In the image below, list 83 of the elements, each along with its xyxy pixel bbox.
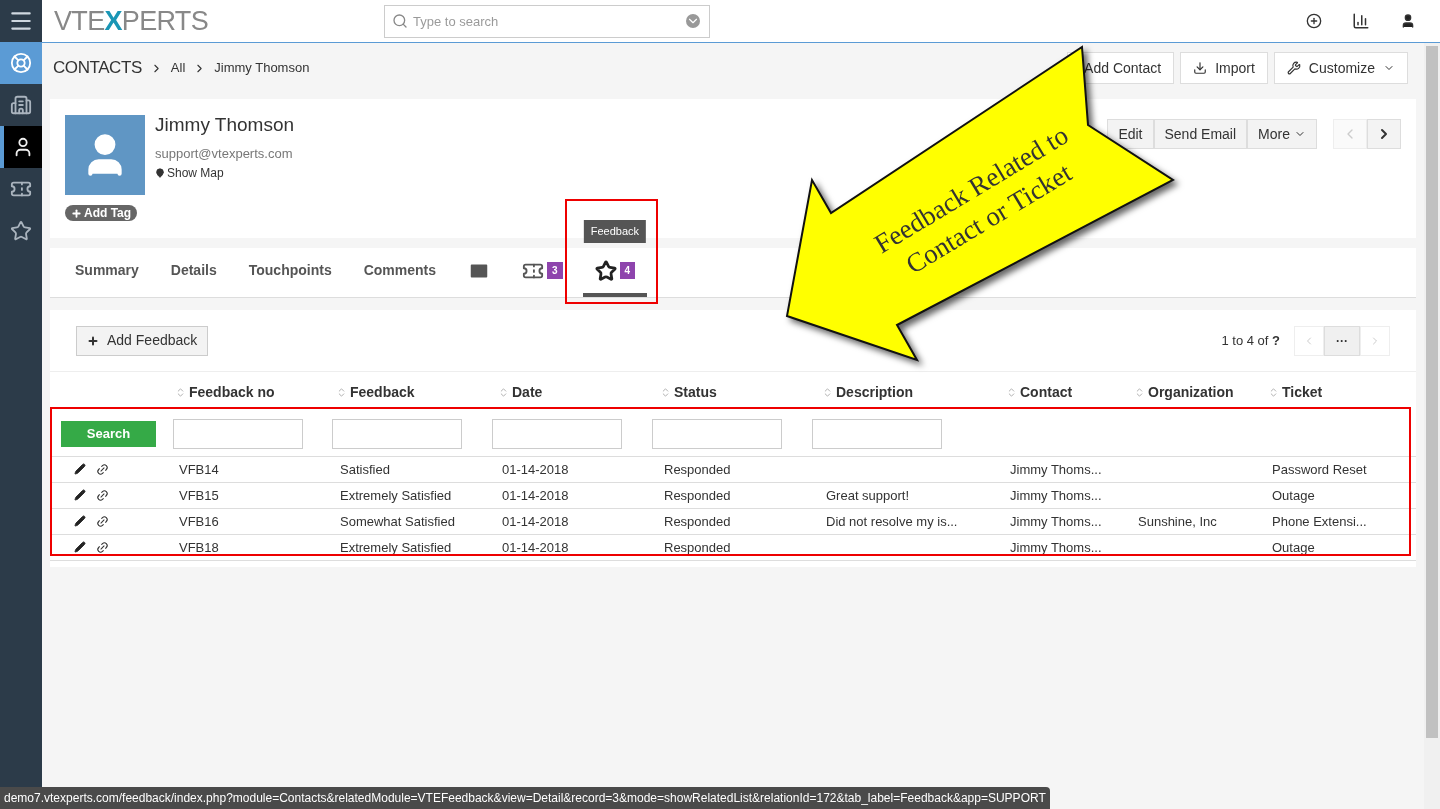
table-cell: 01-14-2018 xyxy=(502,461,569,477)
edit-icon[interactable] xyxy=(74,463,86,475)
status-bar: demo7.vtexperts.com/feedback/index.php?module=Contacts&relatedModule=VTEFeedback&view=Detail&record=3&mode=showRelatedList&relationId=172&tab_label=Feedback&app=SUPPORT xyxy=(0,787,1050,809)
pagination-text: 1 to 4 of ? xyxy=(1221,331,1280,350)
table-cell: 01-14-2018 xyxy=(502,539,569,555)
filter-field[interactable] xyxy=(812,419,942,449)
table-cell: Outage xyxy=(1272,487,1315,503)
search-field[interactable]: Type to search xyxy=(384,4,710,38)
table-cell: 01-14-2018 xyxy=(502,487,569,503)
table-cell: VFB16 xyxy=(179,513,219,529)
table-cell: Sunshine, Inc xyxy=(1138,513,1217,529)
column-header[interactable]: Description xyxy=(836,381,913,403)
table-cell: Jimmy Thoms... xyxy=(1010,461,1102,477)
table-cell: Jimmy Thoms... xyxy=(1010,513,1102,529)
column-header[interactable]: Contact xyxy=(1020,381,1073,403)
tab[interactable]: Summary xyxy=(63,248,151,297)
user-icon[interactable] xyxy=(1400,13,1416,29)
table-cell: Extremely Satisfied xyxy=(340,487,452,503)
next-button[interactable] xyxy=(1367,119,1401,149)
breadcrumb-link[interactable]: Jimmy Thomson xyxy=(214,58,310,78)
chart-icon[interactable] xyxy=(1352,12,1370,30)
lifebuoy-icon xyxy=(10,52,32,74)
tab[interactable]: Comments xyxy=(351,248,449,297)
sidebar-item[interactable] xyxy=(0,126,42,168)
column-header[interactable]: Feedback no xyxy=(189,381,275,403)
table-cell: Responded xyxy=(664,487,731,503)
download-icon xyxy=(1193,61,1208,75)
add-feedback-button[interactable]: Add Feedback xyxy=(76,325,209,356)
add-tag-button[interactable]: Add Tag xyxy=(65,205,138,221)
filter-field[interactable] xyxy=(332,419,462,449)
record-name: Jimmy Thomson xyxy=(155,115,294,135)
table-cell: Satisfied xyxy=(340,461,390,477)
plus-icon xyxy=(71,207,82,219)
table-cell: VFB15 xyxy=(179,487,219,503)
column-header[interactable]: Feedback xyxy=(350,381,415,403)
star-icon xyxy=(10,220,32,242)
edit-icon[interactable] xyxy=(74,489,86,501)
table-cell: 01-14-2018 xyxy=(502,513,569,529)
star-icon xyxy=(594,259,617,282)
edit-icon[interactable] xyxy=(74,541,86,553)
tooltip: Feedback xyxy=(583,220,647,243)
table-cell: Somewhat Satisfied xyxy=(340,513,455,529)
wrench-icon xyxy=(1286,61,1301,75)
table-cell: Responded xyxy=(664,539,731,555)
plus-icon xyxy=(87,334,99,347)
table-cell: Responded xyxy=(664,513,731,529)
filter-field[interactable] xyxy=(492,419,622,449)
table-cell: Extremely Satisfied xyxy=(340,539,452,555)
map-pin-icon xyxy=(155,167,165,178)
record-email: support@vtexperts.com xyxy=(155,145,294,163)
table-cell: Great support! xyxy=(826,487,910,503)
table-cell: Password Reset xyxy=(1272,461,1367,477)
add-icon[interactable] xyxy=(1306,13,1322,29)
column-header[interactable]: Ticket xyxy=(1282,381,1323,403)
table-cell: Did not resolve my is... xyxy=(826,513,958,529)
search-icon xyxy=(392,12,408,29)
column-header[interactable]: Status xyxy=(674,381,717,403)
breadcrumb-link[interactable]: All xyxy=(170,58,186,78)
show-map-link[interactable]: Show Map xyxy=(155,163,294,182)
record-action-button[interactable]: More xyxy=(1247,119,1317,149)
tab[interactable]: 3 xyxy=(510,248,575,297)
table-cell: Phone Extensi... xyxy=(1272,513,1367,529)
table-cell: Responded xyxy=(664,461,731,477)
table-cell: VFB18 xyxy=(179,539,219,555)
page-menu-button[interactable]: ··· xyxy=(1324,325,1360,356)
action-button[interactable]: Import xyxy=(1180,52,1268,84)
action-button[interactable]: Customize xyxy=(1273,52,1408,84)
table-cell: Jimmy Thoms... xyxy=(1010,539,1102,555)
building-icon xyxy=(10,94,32,116)
tab[interactable]: Details xyxy=(158,248,229,297)
table-cell: Jimmy Thoms... xyxy=(1010,487,1102,503)
filter-field[interactable] xyxy=(173,419,303,449)
logo[interactable]: VTEXPERTS xyxy=(54,0,384,42)
breadcrumb-link[interactable]: CONTACTS xyxy=(53,55,142,81)
record-action-button[interactable]: Send Email xyxy=(1153,119,1248,149)
column-header[interactable]: Organization xyxy=(1148,381,1234,403)
record-action-button[interactable]: Edit xyxy=(1107,119,1154,149)
tab[interactable]: Touchpoints xyxy=(236,248,344,297)
column-header[interactable]: Date xyxy=(512,381,543,403)
table-cell: Outage xyxy=(1272,539,1315,555)
filter-field[interactable] xyxy=(652,419,782,449)
table-cell: VFB14 xyxy=(179,461,219,477)
edit-icon[interactable] xyxy=(74,515,86,527)
